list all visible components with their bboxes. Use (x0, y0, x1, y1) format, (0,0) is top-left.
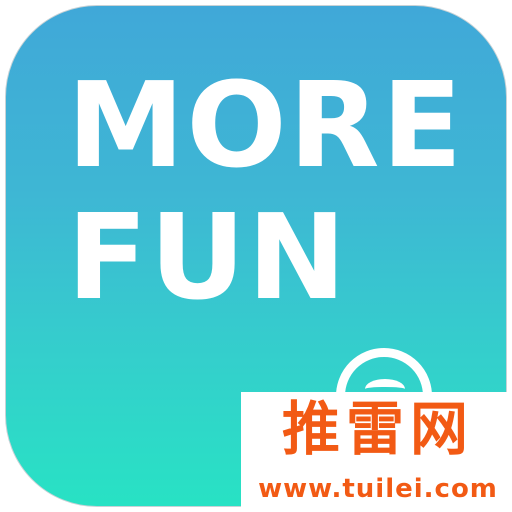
watermark-title: 推雷网 (281, 395, 474, 463)
screen: MORE FUN 推雷网 www.tuilei.com (0, 0, 512, 512)
icon-word-more: MORE (67, 56, 465, 194)
watermark-url: www.tuilei.com (258, 474, 498, 504)
watermark: 推雷网 www.tuilei.com (241, 392, 512, 512)
icon-word-fun: FUN (67, 188, 349, 326)
